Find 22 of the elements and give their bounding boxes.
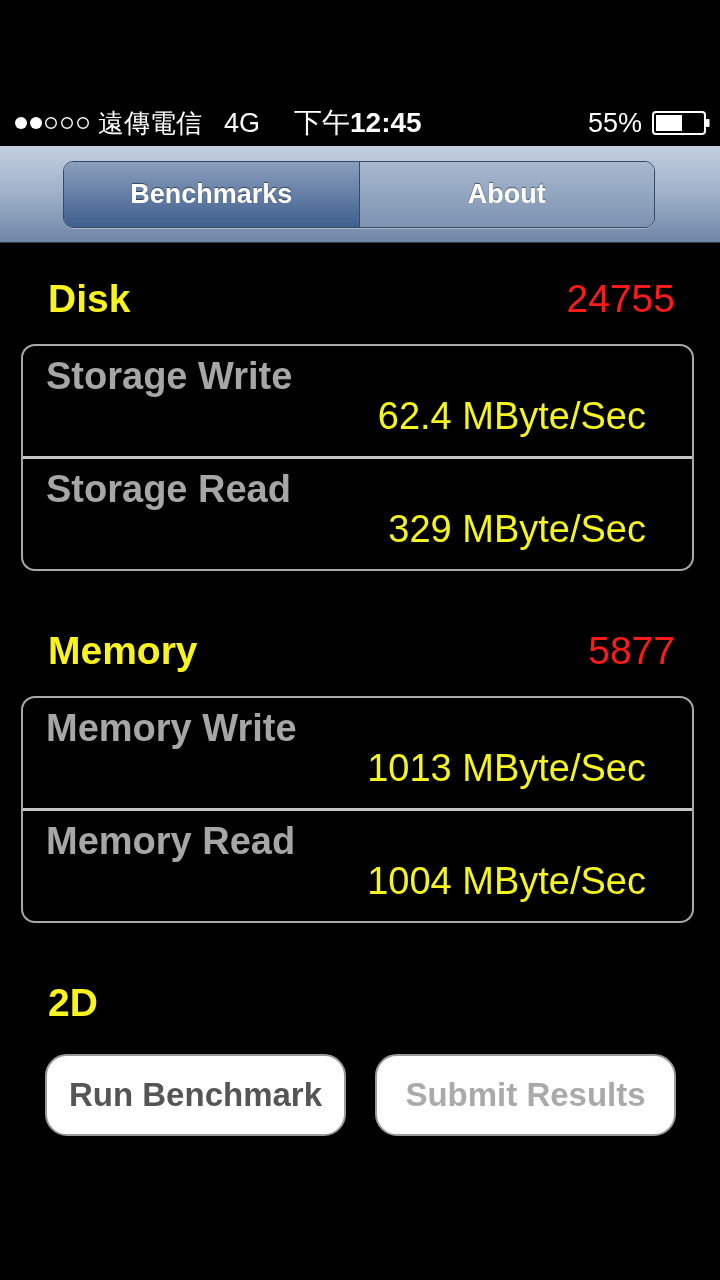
result-value: 1013 MByte/Sec	[367, 748, 646, 788]
section-title: 2D	[48, 981, 98, 1025]
section-title: Disk	[48, 277, 131, 321]
battery-icon	[652, 111, 710, 135]
battery-percentage: 55%	[587, 107, 642, 139]
clock-time: 下午12:45	[294, 106, 422, 140]
result-value: 62.4 MByte/Sec	[377, 396, 646, 436]
tab[interactable]: About	[358, 162, 654, 227]
section-score: 24755	[566, 277, 675, 321]
result-label: Storage Read	[46, 469, 291, 509]
signal-strength-icon	[14, 116, 90, 130]
result-label: Memory Write	[46, 708, 297, 748]
result-label: Storage Write	[46, 356, 293, 396]
result-value: 1004 MByte/Sec	[367, 861, 646, 901]
tab[interactable]: Benchmarks	[64, 162, 359, 227]
network-type: 4G	[224, 107, 261, 139]
carrier-name: 遠傳電信	[98, 106, 202, 140]
result-label: Memory Read	[46, 821, 296, 861]
action-button[interactable]: Run Benchmark	[45, 1054, 346, 1136]
result-value: 329 MByte/Sec	[388, 509, 646, 549]
section-title: Memory	[48, 629, 198, 673]
section-score: 5877	[588, 629, 675, 673]
